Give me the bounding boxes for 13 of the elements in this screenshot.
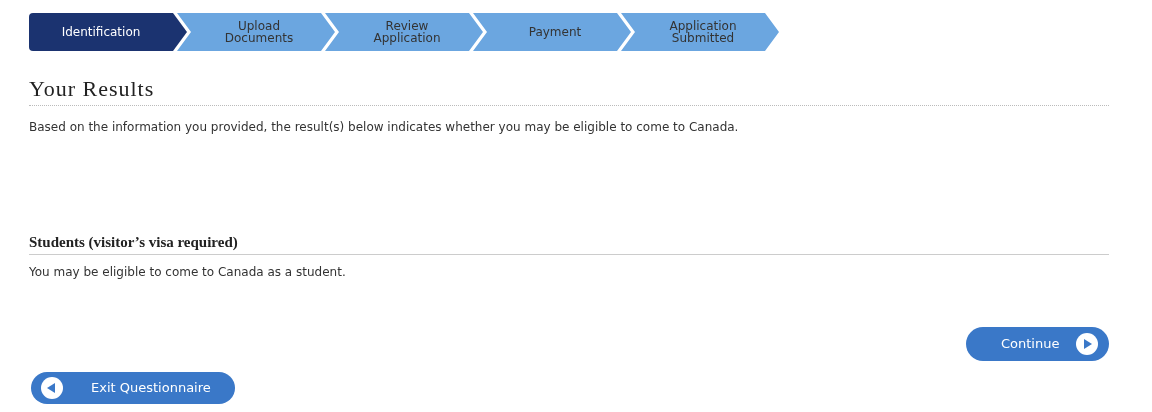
result-heading: Students (visitor’s visa required) (29, 232, 1109, 255)
back-icon (41, 377, 63, 399)
progress-step: Identification (29, 13, 187, 51)
exit-questionnaire-button[interactable]: Exit Questionnaire (31, 372, 235, 404)
continue-button[interactable]: Continue (966, 327, 1109, 361)
page-title: Your Results (29, 75, 1109, 106)
progress-step: Application Submitted (621, 13, 779, 51)
play-icon (1076, 333, 1098, 355)
progress-step: Payment (473, 13, 631, 51)
intro-text: Based on the information you provided, the result(s) below indicates whether you may be eligible to come to Canada. (29, 119, 740, 136)
result-text: You may be eligible to come to Canada as a student. (29, 264, 347, 281)
progress-step: Review Application (325, 13, 483, 51)
progress-step: Upload Documents (177, 13, 335, 51)
